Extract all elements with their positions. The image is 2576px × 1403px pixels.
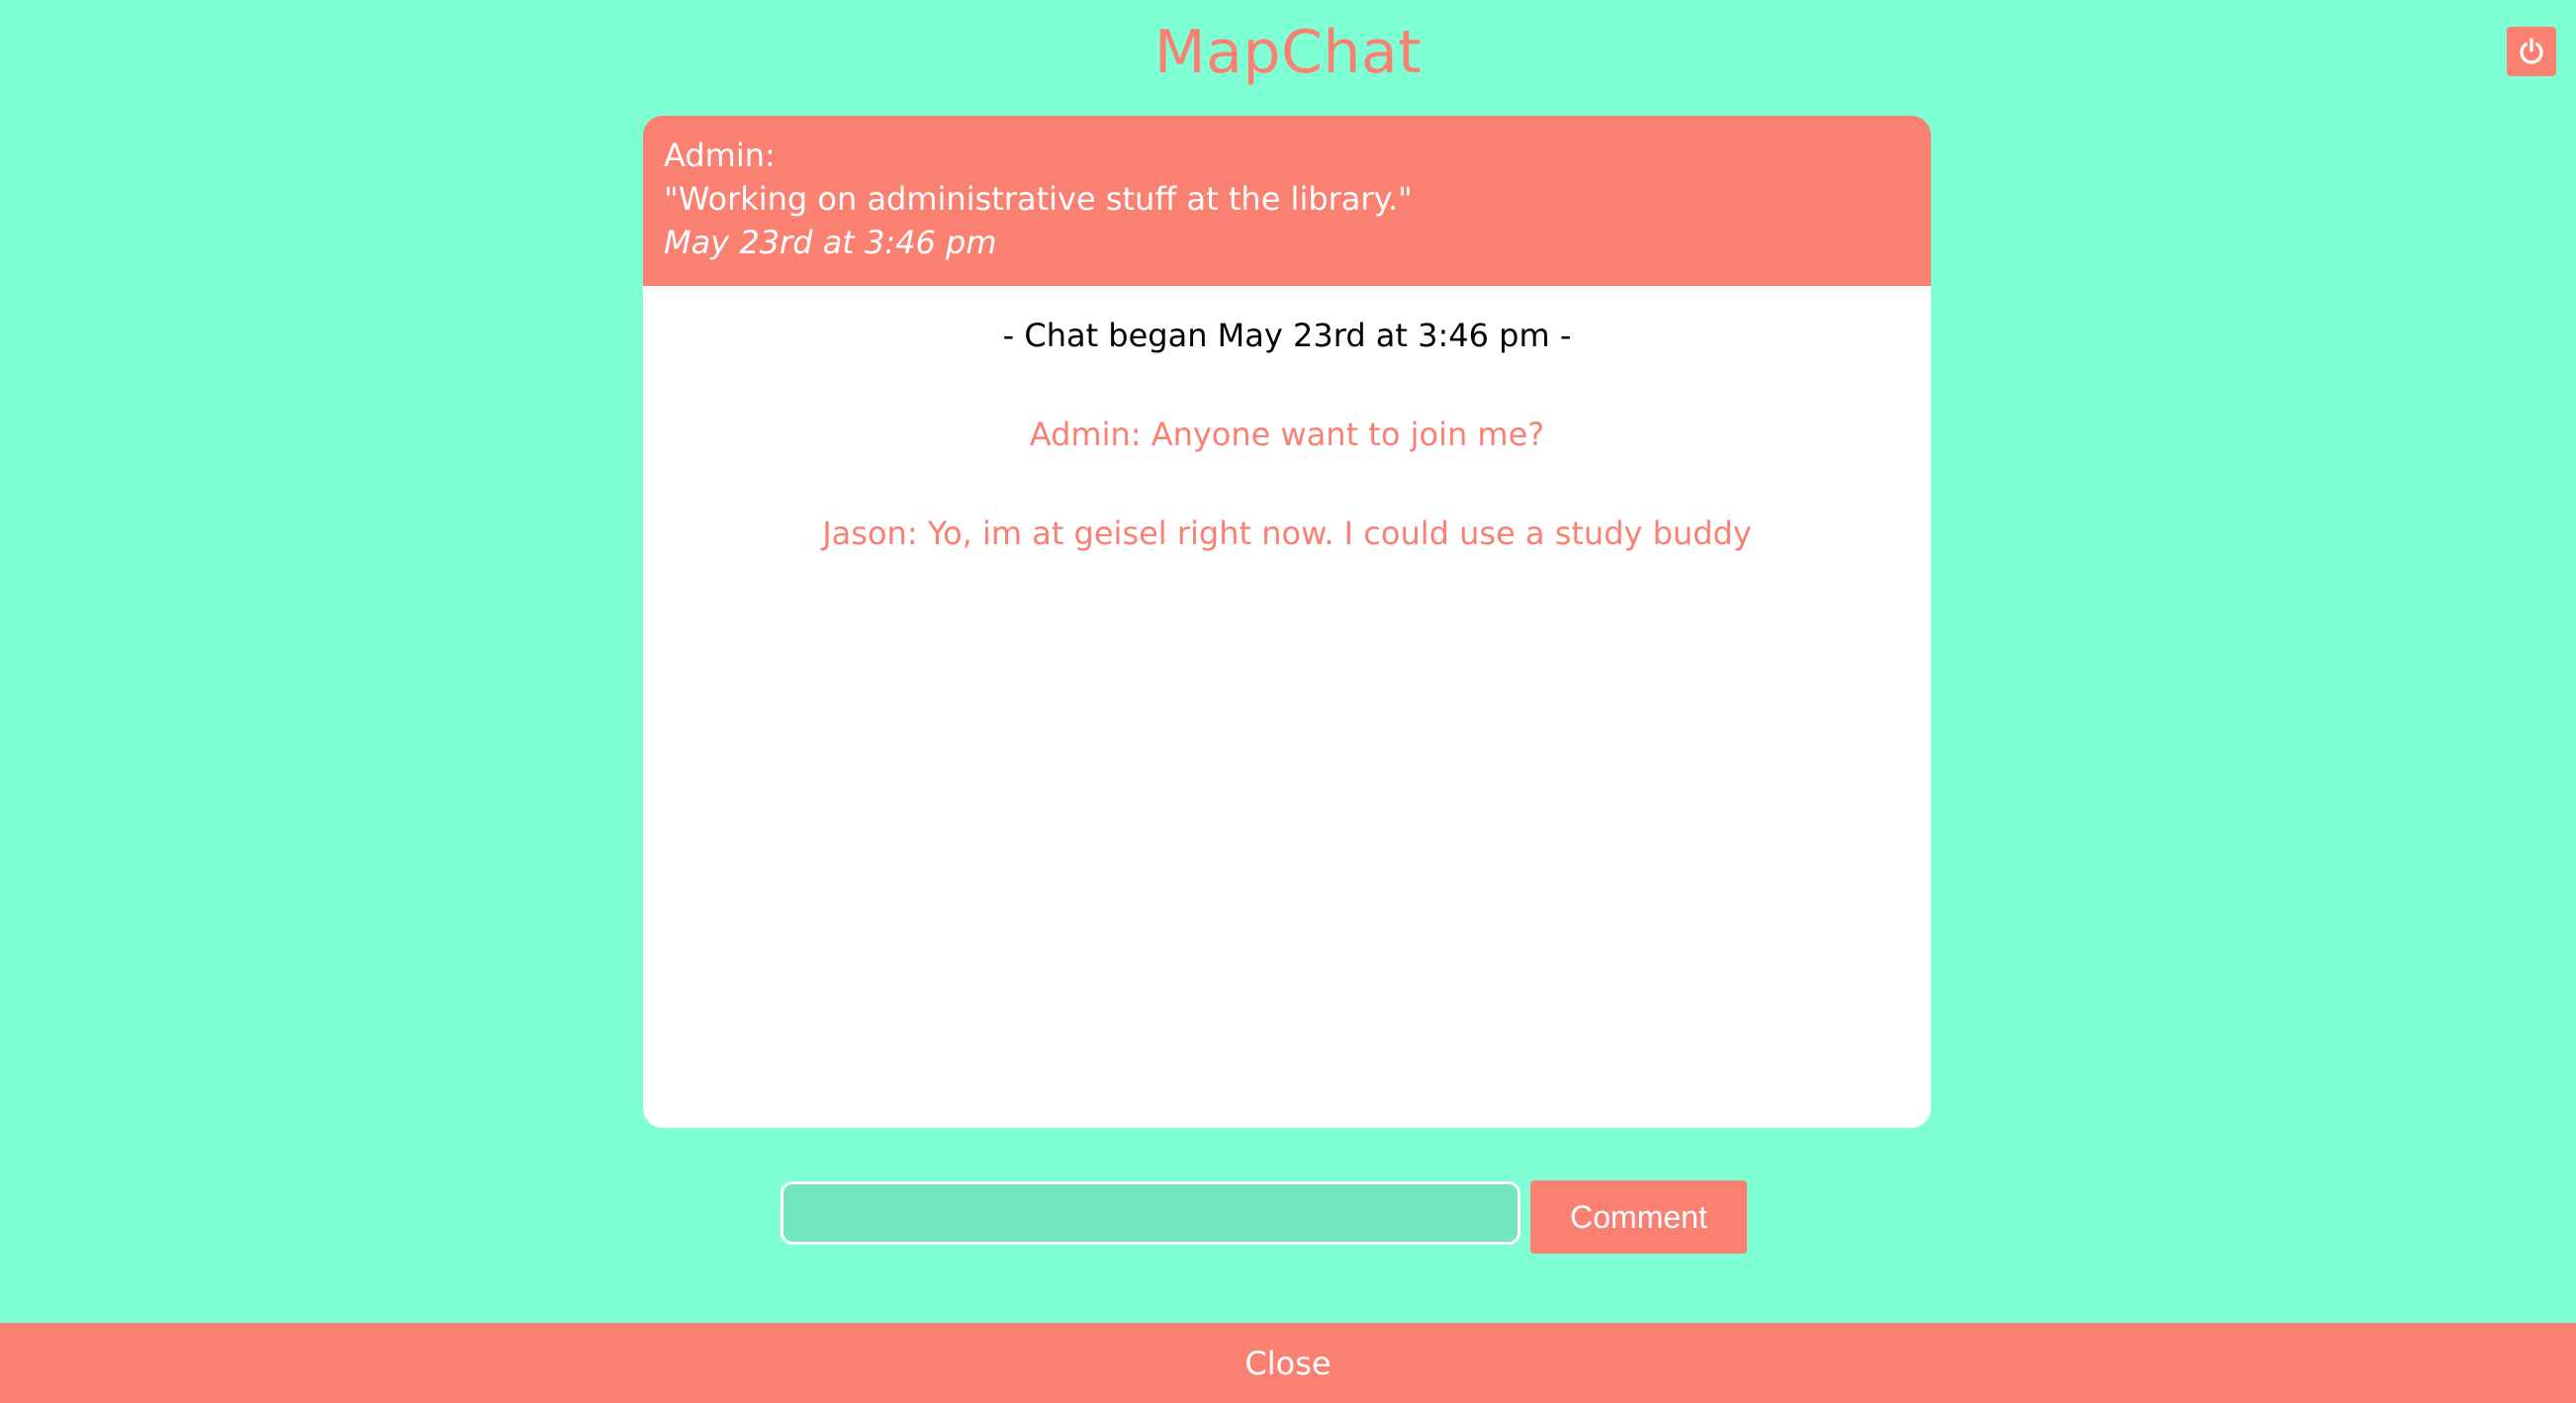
chat-message: Jason: Yo, im at geisel right now. I cou… — [822, 514, 1752, 552]
chat-message: Admin: Anyone want to join me? — [1029, 416, 1545, 453]
post-card: Admin: "Working on administrative stuff … — [643, 116, 1931, 286]
post-author: Admin: — [664, 137, 776, 174]
chat-log[interactable]: - Chat began May 23rd at 3:46 pm - Admin… — [643, 286, 1931, 1128]
mapchat-app: MapChat Admin: "Working on administrativ… — [0, 0, 2576, 1403]
chat-began-notice: - Chat began May 23rd at 3:46 pm - — [1002, 317, 1572, 354]
power-icon — [2520, 38, 2543, 64]
close-button[interactable]: Close — [0, 1323, 2576, 1403]
app-title: MapChat — [1153, 18, 1423, 87]
comment-button[interactable]: Comment — [1530, 1180, 1747, 1254]
power-button[interactable] — [2507, 27, 2556, 76]
post-message: "Working on administrative stuff at the … — [664, 180, 1413, 218]
comment-input[interactable] — [781, 1181, 1520, 1245]
post-time: May 23rd at 3:46 pm — [664, 224, 997, 261]
